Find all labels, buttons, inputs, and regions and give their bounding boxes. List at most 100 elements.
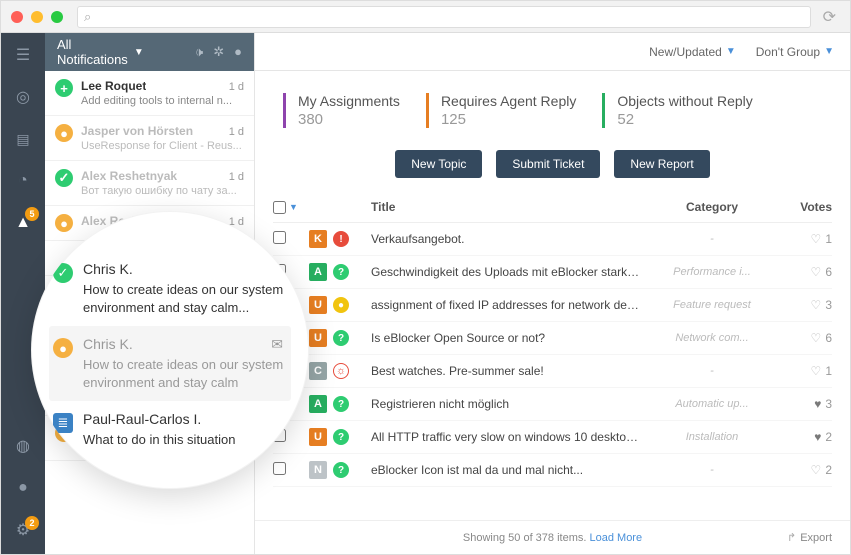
sound-icon[interactable]: 🕩 — [195, 44, 203, 60]
showing-text: Showing 50 of 378 items. — [463, 532, 587, 544]
stat-value: 380 — [298, 111, 400, 128]
row-checkbox[interactable] — [273, 231, 286, 244]
notification-item[interactable]: ● Jasper von Hörsten 1 d UseResponse for… — [45, 116, 254, 161]
type-badge: C — [309, 362, 327, 380]
globe-icon[interactable]: ◍ — [13, 436, 33, 456]
table-row[interactable]: C ☼ Best watches. Pre-summer sale! - ♡ 1 — [273, 355, 832, 388]
submit-ticket-button[interactable]: Submit Ticket — [496, 150, 600, 178]
notifications-title[interactable]: All Notifications — [57, 37, 128, 67]
lens-notification-item[interactable]: ✓ Chris K. How to create ideas on our sy… — [49, 251, 291, 326]
cycle-icon[interactable]: ◔ — [13, 171, 33, 191]
stat-title: My Assignments — [298, 93, 400, 109]
row-category: - — [652, 464, 772, 476]
document-icon[interactable]: ▤ — [13, 129, 33, 149]
row-title: All HTTP traffic very slow on windows 10… — [371, 430, 652, 444]
filter-new-updated[interactable]: New/Updated ▼ — [649, 45, 736, 59]
row-votes[interactable]: ♡ 6 — [772, 331, 832, 345]
row-votes[interactable]: ♡ 3 — [772, 298, 832, 312]
row-title: Best watches. Pre-summer sale! — [371, 364, 652, 378]
menu-icon[interactable]: ☰ — [13, 45, 33, 65]
chevron-down-icon[interactable]: ▼ — [289, 202, 298, 212]
chevron-down-icon[interactable]: ▼ — [134, 47, 144, 58]
row-votes[interactable]: ♥ 2 — [772, 430, 832, 444]
topics-table: ▼ Title Category Votes K ! Verkaufsangeb… — [255, 194, 850, 520]
table-footer: Showing 50 of 378 items. Load More ↱ Exp… — [255, 520, 850, 554]
table-row[interactable]: A ? Registrieren nicht möglich Automatic… — [273, 388, 832, 421]
lens-notification-item[interactable]: ✉ ● Chris K. How to create ideas on our … — [49, 326, 291, 401]
row-votes[interactable]: ♡ 1 — [772, 364, 832, 378]
notifications-header: All Notifications ▼ 🕩 ✲ ● — [45, 33, 254, 71]
table-row[interactable]: U ● assignment of fixed IP addresses for… — [273, 289, 832, 322]
select-all-cell[interactable]: ▼ — [273, 201, 309, 214]
notification-item[interactable]: + Lee Roquet 1 d Add editing tools to in… — [45, 71, 254, 116]
gear-icon[interactable]: ⚙2 — [13, 520, 33, 540]
type-badge: U — [309, 428, 327, 446]
global-search-input[interactable]: ⌕ — [77, 6, 811, 28]
clear-icon[interactable]: ● — [234, 44, 242, 60]
lens-type-icon: ≣ — [53, 413, 73, 433]
table-row[interactable]: A ? Geschwindigkeit des Uploads mit eBlo… — [273, 256, 832, 289]
envelope-icon: ✉ — [271, 336, 283, 353]
table-header-row: ▼ Title Category Votes — [273, 194, 832, 223]
row-category: Network com... — [652, 332, 772, 344]
lens-preview: How to create ideas on our system enviro… — [83, 281, 287, 316]
stat-card[interactable]: Requires Agent Reply 125 — [426, 93, 576, 128]
bell-icon[interactable]: ▲5 — [13, 213, 33, 233]
avatar-icon[interactable]: ● — [13, 478, 33, 498]
row-votes[interactable]: ♡ 1 — [772, 232, 832, 246]
refresh-icon[interactable]: ⟳ — [819, 7, 840, 27]
notification-time: 1 d — [229, 81, 244, 93]
notification-author: Lee Roquet — [81, 79, 146, 93]
filter-grouping[interactable]: Don't Group ▼ — [756, 45, 834, 59]
lens-notification-item[interactable]: ≣ Paul-Raul-Carlos I. What to do in this… — [49, 401, 291, 459]
select-all-checkbox[interactable] — [273, 201, 286, 214]
window-max-dot[interactable] — [51, 11, 63, 23]
lens-preview: How to create ideas on our system enviro… — [83, 356, 287, 391]
stat-title: Objects without Reply — [617, 93, 752, 109]
col-title[interactable]: Title — [371, 200, 652, 214]
row-category: Performance i... — [652, 266, 772, 278]
table-row[interactable]: N ? eBlocker Icon ist mal da und mal nic… — [273, 454, 832, 487]
col-votes[interactable]: Votes — [772, 200, 832, 214]
content-filter-bar: New/Updated ▼ Don't Group ▼ — [255, 33, 850, 71]
heart-icon: ♥ — [814, 397, 821, 411]
notification-type-icon: ● — [55, 124, 73, 142]
load-more-link[interactable]: Load More — [590, 532, 643, 544]
notification-item[interactable]: ✓ Alex Reshetnyak 1 d Вот такую ошибку п… — [45, 161, 254, 206]
window-min-dot[interactable] — [31, 11, 43, 23]
table-row[interactable]: K ! Verkaufsangebot. - ♡ 1 — [273, 223, 832, 256]
compass-icon[interactable]: ◎ — [13, 87, 33, 107]
row-votes[interactable]: ♡ 6 — [772, 265, 832, 279]
new-report-button[interactable]: New Report — [614, 150, 709, 178]
gear-small-icon[interactable]: ✲ — [213, 44, 224, 60]
new-topic-button[interactable]: New Topic — [395, 150, 482, 178]
stat-card[interactable]: Objects without Reply 52 — [602, 93, 752, 128]
export-link[interactable]: Export — [800, 532, 832, 544]
table-row[interactable]: U ? All HTTP traffic very slow on window… — [273, 421, 832, 454]
left-nav-rail: ☰ ◎ ▤ ◔ ▲5 ◍ ● ⚙2 — [1, 33, 45, 554]
state-icon: ? — [333, 462, 349, 478]
stat-card[interactable]: My Assignments 380 — [283, 93, 400, 128]
row-title: Geschwindigkeit des Uploads mit eBlocker… — [371, 265, 652, 279]
row-category: - — [652, 233, 772, 245]
row-title: assignment of fixed IP addresses for net… — [371, 298, 652, 312]
table-row[interactable]: U ? Is eBlocker Open Source or not? Netw… — [273, 322, 832, 355]
row-category: - — [652, 365, 772, 377]
row-title: Is eBlocker Open Source or not? — [371, 331, 652, 345]
row-title: eBlocker Icon ist mal da und mal nicht..… — [371, 463, 652, 477]
row-title: Verkaufsangebot. — [371, 232, 652, 246]
window-close-dot[interactable] — [11, 11, 23, 23]
row-votes[interactable]: ♡ 2 — [772, 463, 832, 477]
lens-type-icon: ● — [53, 338, 73, 358]
state-icon: ☼ — [333, 363, 349, 379]
row-checkbox[interactable] — [273, 462, 286, 475]
row-title: Registrieren nicht möglich — [371, 397, 652, 411]
state-icon: ● — [333, 297, 349, 313]
notification-author: Jasper von Hörsten — [81, 124, 193, 138]
export-icon: ↱ — [787, 531, 796, 544]
row-votes[interactable]: ♥ 3 — [772, 397, 832, 411]
heart-icon: ♡ — [811, 364, 822, 378]
notification-type-icon: ✓ — [55, 169, 73, 187]
col-category[interactable]: Category — [652, 200, 772, 214]
bell-badge: 5 — [25, 207, 39, 221]
